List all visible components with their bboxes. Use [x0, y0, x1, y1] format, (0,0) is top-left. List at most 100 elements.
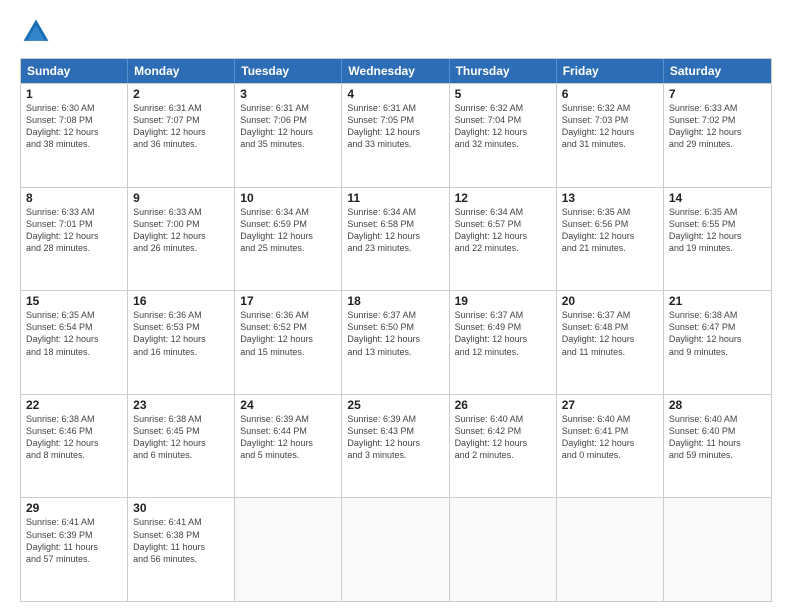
calendar-cell: 3Sunrise: 6:31 AM Sunset: 7:06 PM Daylig… [235, 84, 342, 187]
page: SundayMondayTuesdayWednesdayThursdayFrid… [0, 0, 792, 612]
calendar-header-cell: Monday [128, 59, 235, 83]
calendar: SundayMondayTuesdayWednesdayThursdayFrid… [20, 58, 772, 602]
day-info: Sunrise: 6:31 AM Sunset: 7:06 PM Dayligh… [240, 102, 336, 151]
day-number: 30 [133, 501, 229, 515]
day-info: Sunrise: 6:32 AM Sunset: 7:03 PM Dayligh… [562, 102, 658, 151]
day-number: 28 [669, 398, 766, 412]
calendar-cell: 28Sunrise: 6:40 AM Sunset: 6:40 PM Dayli… [664, 395, 771, 498]
calendar-cell: 21Sunrise: 6:38 AM Sunset: 6:47 PM Dayli… [664, 291, 771, 394]
day-info: Sunrise: 6:30 AM Sunset: 7:08 PM Dayligh… [26, 102, 122, 151]
calendar-cell: 18Sunrise: 6:37 AM Sunset: 6:50 PM Dayli… [342, 291, 449, 394]
day-info: Sunrise: 6:39 AM Sunset: 6:44 PM Dayligh… [240, 413, 336, 462]
calendar-header-cell: Thursday [450, 59, 557, 83]
day-info: Sunrise: 6:38 AM Sunset: 6:46 PM Dayligh… [26, 413, 122, 462]
day-number: 23 [133, 398, 229, 412]
day-info: Sunrise: 6:35 AM Sunset: 6:55 PM Dayligh… [669, 206, 766, 255]
day-number: 22 [26, 398, 122, 412]
calendar-cell: 29Sunrise: 6:41 AM Sunset: 6:39 PM Dayli… [21, 498, 128, 601]
calendar-cell [235, 498, 342, 601]
day-info: Sunrise: 6:38 AM Sunset: 6:47 PM Dayligh… [669, 309, 766, 358]
calendar-header-cell: Saturday [664, 59, 771, 83]
calendar-week-row: 22Sunrise: 6:38 AM Sunset: 6:46 PM Dayli… [21, 394, 771, 498]
calendar-cell: 13Sunrise: 6:35 AM Sunset: 6:56 PM Dayli… [557, 188, 664, 291]
calendar-cell: 15Sunrise: 6:35 AM Sunset: 6:54 PM Dayli… [21, 291, 128, 394]
day-number: 6 [562, 87, 658, 101]
calendar-cell: 27Sunrise: 6:40 AM Sunset: 6:41 PM Dayli… [557, 395, 664, 498]
calendar-cell: 7Sunrise: 6:33 AM Sunset: 7:02 PM Daylig… [664, 84, 771, 187]
calendar-header-row: SundayMondayTuesdayWednesdayThursdayFrid… [21, 59, 771, 83]
logo-icon [20, 16, 52, 48]
day-info: Sunrise: 6:35 AM Sunset: 6:54 PM Dayligh… [26, 309, 122, 358]
day-number: 25 [347, 398, 443, 412]
day-number: 20 [562, 294, 658, 308]
day-number: 3 [240, 87, 336, 101]
day-number: 18 [347, 294, 443, 308]
day-number: 19 [455, 294, 551, 308]
day-number: 2 [133, 87, 229, 101]
calendar-cell: 17Sunrise: 6:36 AM Sunset: 6:52 PM Dayli… [235, 291, 342, 394]
day-number: 27 [562, 398, 658, 412]
calendar-cell: 6Sunrise: 6:32 AM Sunset: 7:03 PM Daylig… [557, 84, 664, 187]
day-number: 4 [347, 87, 443, 101]
day-number: 5 [455, 87, 551, 101]
day-number: 24 [240, 398, 336, 412]
day-info: Sunrise: 6:39 AM Sunset: 6:43 PM Dayligh… [347, 413, 443, 462]
calendar-cell: 1Sunrise: 6:30 AM Sunset: 7:08 PM Daylig… [21, 84, 128, 187]
calendar-header-cell: Tuesday [235, 59, 342, 83]
calendar-cell: 10Sunrise: 6:34 AM Sunset: 6:59 PM Dayli… [235, 188, 342, 291]
day-info: Sunrise: 6:33 AM Sunset: 7:00 PM Dayligh… [133, 206, 229, 255]
calendar-cell: 19Sunrise: 6:37 AM Sunset: 6:49 PM Dayli… [450, 291, 557, 394]
day-info: Sunrise: 6:34 AM Sunset: 6:59 PM Dayligh… [240, 206, 336, 255]
day-info: Sunrise: 6:37 AM Sunset: 6:49 PM Dayligh… [455, 309, 551, 358]
calendar-cell: 12Sunrise: 6:34 AM Sunset: 6:57 PM Dayli… [450, 188, 557, 291]
day-number: 12 [455, 191, 551, 205]
logo [20, 16, 56, 48]
calendar-cell [557, 498, 664, 601]
calendar-cell: 16Sunrise: 6:36 AM Sunset: 6:53 PM Dayli… [128, 291, 235, 394]
calendar-cell: 5Sunrise: 6:32 AM Sunset: 7:04 PM Daylig… [450, 84, 557, 187]
calendar-cell: 4Sunrise: 6:31 AM Sunset: 7:05 PM Daylig… [342, 84, 449, 187]
day-info: Sunrise: 6:34 AM Sunset: 6:58 PM Dayligh… [347, 206, 443, 255]
day-info: Sunrise: 6:32 AM Sunset: 7:04 PM Dayligh… [455, 102, 551, 151]
day-info: Sunrise: 6:41 AM Sunset: 6:39 PM Dayligh… [26, 516, 122, 565]
day-info: Sunrise: 6:37 AM Sunset: 6:48 PM Dayligh… [562, 309, 658, 358]
calendar-week-row: 8Sunrise: 6:33 AM Sunset: 7:01 PM Daylig… [21, 187, 771, 291]
day-number: 16 [133, 294, 229, 308]
day-number: 8 [26, 191, 122, 205]
day-info: Sunrise: 6:31 AM Sunset: 7:05 PM Dayligh… [347, 102, 443, 151]
day-info: Sunrise: 6:36 AM Sunset: 6:52 PM Dayligh… [240, 309, 336, 358]
day-info: Sunrise: 6:31 AM Sunset: 7:07 PM Dayligh… [133, 102, 229, 151]
calendar-cell: 8Sunrise: 6:33 AM Sunset: 7:01 PM Daylig… [21, 188, 128, 291]
calendar-week-row: 1Sunrise: 6:30 AM Sunset: 7:08 PM Daylig… [21, 83, 771, 187]
day-info: Sunrise: 6:41 AM Sunset: 6:38 PM Dayligh… [133, 516, 229, 565]
calendar-body: 1Sunrise: 6:30 AM Sunset: 7:08 PM Daylig… [21, 83, 771, 601]
day-number: 10 [240, 191, 336, 205]
calendar-header-cell: Wednesday [342, 59, 449, 83]
calendar-header-cell: Sunday [21, 59, 128, 83]
calendar-cell [450, 498, 557, 601]
calendar-cell: 22Sunrise: 6:38 AM Sunset: 6:46 PM Dayli… [21, 395, 128, 498]
calendar-week-row: 15Sunrise: 6:35 AM Sunset: 6:54 PM Dayli… [21, 290, 771, 394]
header [20, 16, 772, 48]
day-number: 11 [347, 191, 443, 205]
calendar-cell: 30Sunrise: 6:41 AM Sunset: 6:38 PM Dayli… [128, 498, 235, 601]
calendar-cell: 14Sunrise: 6:35 AM Sunset: 6:55 PM Dayli… [664, 188, 771, 291]
day-info: Sunrise: 6:38 AM Sunset: 6:45 PM Dayligh… [133, 413, 229, 462]
calendar-cell [664, 498, 771, 601]
day-number: 17 [240, 294, 336, 308]
day-number: 14 [669, 191, 766, 205]
day-number: 7 [669, 87, 766, 101]
day-info: Sunrise: 6:35 AM Sunset: 6:56 PM Dayligh… [562, 206, 658, 255]
day-number: 21 [669, 294, 766, 308]
day-info: Sunrise: 6:36 AM Sunset: 6:53 PM Dayligh… [133, 309, 229, 358]
day-info: Sunrise: 6:37 AM Sunset: 6:50 PM Dayligh… [347, 309, 443, 358]
day-info: Sunrise: 6:40 AM Sunset: 6:42 PM Dayligh… [455, 413, 551, 462]
calendar-cell: 26Sunrise: 6:40 AM Sunset: 6:42 PM Dayli… [450, 395, 557, 498]
calendar-cell: 11Sunrise: 6:34 AM Sunset: 6:58 PM Dayli… [342, 188, 449, 291]
day-number: 26 [455, 398, 551, 412]
day-info: Sunrise: 6:40 AM Sunset: 6:40 PM Dayligh… [669, 413, 766, 462]
day-number: 15 [26, 294, 122, 308]
calendar-cell: 23Sunrise: 6:38 AM Sunset: 6:45 PM Dayli… [128, 395, 235, 498]
calendar-cell: 9Sunrise: 6:33 AM Sunset: 7:00 PM Daylig… [128, 188, 235, 291]
calendar-cell: 20Sunrise: 6:37 AM Sunset: 6:48 PM Dayli… [557, 291, 664, 394]
